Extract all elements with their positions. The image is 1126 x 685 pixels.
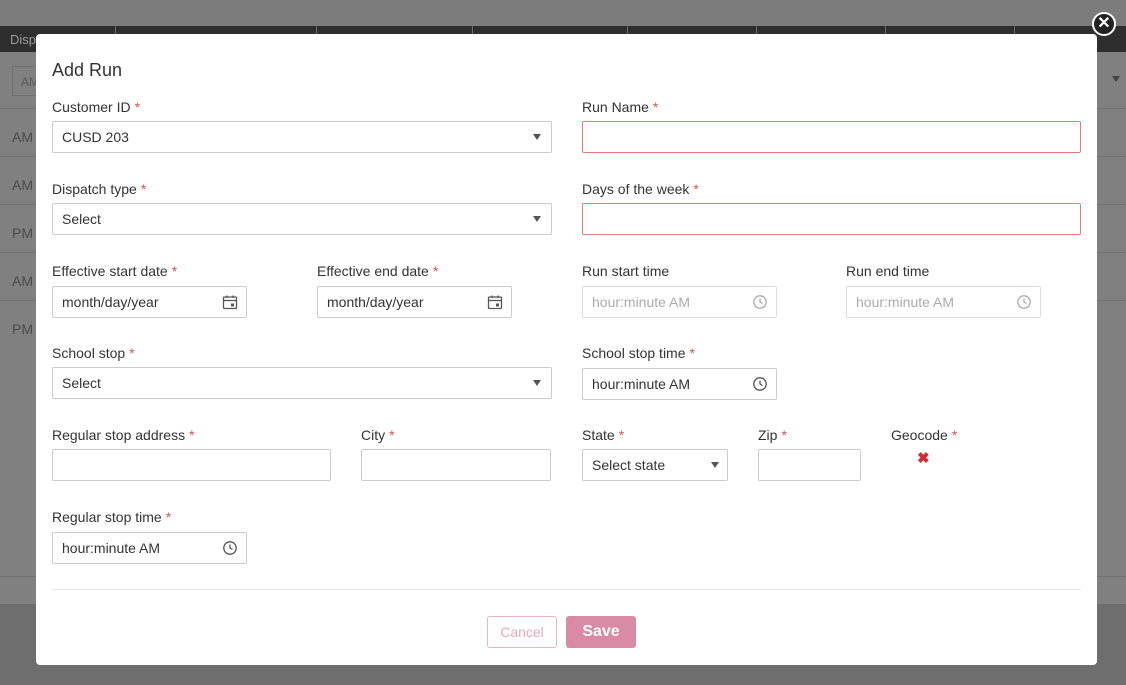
geocode-label: Geocode * — [891, 427, 958, 443]
run-start-time-label: Run start time — [582, 263, 670, 279]
required-asterisk: * — [689, 345, 695, 361]
clock-icon[interactable] — [752, 376, 768, 392]
state-label: State * — [582, 427, 625, 443]
table-row: AM — [12, 273, 33, 289]
required-asterisk: * — [140, 181, 147, 197]
required-asterisk: * — [432, 263, 439, 279]
dispatch-type-value: Select — [62, 211, 101, 227]
days-of-week-input[interactable] — [582, 203, 1081, 235]
school-stop-time-input[interactable]: hour:minute AM — [582, 368, 777, 400]
calendar-icon[interactable] — [222, 294, 238, 310]
background-caret-icon — [1112, 76, 1120, 82]
school-stop-label: School stop * — [52, 345, 135, 361]
dispatch-type-select[interactable]: Select — [52, 203, 552, 235]
effective-start-date-input[interactable]: month/day/year — [52, 286, 247, 318]
required-asterisk: * — [129, 345, 135, 361]
run-name-input[interactable] — [582, 121, 1081, 153]
state-value: Select state — [592, 457, 666, 473]
clock-icon[interactable] — [222, 540, 238, 556]
background-topbar — [0, 0, 1126, 26]
run-name-label: Run Name * — [582, 99, 659, 115]
required-asterisk: * — [618, 427, 625, 443]
required-asterisk: * — [171, 263, 178, 279]
required-asterisk: * — [165, 509, 172, 525]
regular-stop-time-placeholder: hour:minute AM — [62, 540, 161, 556]
save-button[interactable]: Save — [566, 616, 636, 648]
effective-end-date-input[interactable]: month/day/year — [317, 286, 512, 318]
run-start-time-placeholder: hour:minute AM — [592, 294, 691, 310]
run-end-time-input[interactable]: hour:minute AM — [846, 286, 1041, 318]
run-end-time-label: Run end time — [846, 263, 930, 279]
modal-title: Add Run — [52, 60, 123, 80]
effective-end-date-placeholder: month/day/year — [327, 294, 424, 310]
customer-id-value: CUSD 203 — [62, 129, 129, 145]
school-stop-value: Select — [62, 375, 101, 391]
city-input[interactable] — [361, 449, 551, 481]
customer-id-select[interactable]: CUSD 203 — [52, 121, 552, 153]
required-asterisk: * — [781, 427, 787, 443]
geocode-invalid-icon: ✖ — [917, 450, 930, 467]
regular-stop-address-input[interactable] — [52, 449, 331, 481]
table-row: PM — [12, 321, 33, 337]
customer-id-label: Customer ID * — [52, 99, 141, 115]
effective-end-date-label: Effective end date * — [317, 263, 439, 279]
required-asterisk: * — [389, 427, 395, 443]
state-select[interactable]: Select state — [582, 449, 728, 481]
chevron-down-icon — [533, 216, 541, 222]
city-label: City * — [361, 427, 395, 443]
required-asterisk: * — [951, 427, 958, 443]
regular-stop-address-label: Regular stop address * — [52, 427, 195, 443]
run-start-time-input[interactable]: hour:minute AM — [582, 286, 777, 318]
chevron-down-icon — [711, 462, 719, 468]
run-end-time-placeholder: hour:minute AM — [856, 294, 955, 310]
clock-icon — [753, 295, 767, 309]
close-icon[interactable]: ✕ — [1092, 12, 1116, 36]
required-asterisk: * — [693, 181, 699, 197]
zip-label: Zip * — [758, 427, 787, 443]
clock-icon — [1017, 295, 1031, 309]
regular-stop-time-label: Regular stop time * — [52, 509, 172, 525]
effective-start-date-placeholder: month/day/year — [62, 294, 159, 310]
required-asterisk: * — [134, 99, 141, 115]
table-row: AM — [12, 129, 33, 145]
calendar-icon[interactable] — [487, 294, 503, 310]
footer-divider — [52, 589, 1081, 590]
table-row: AM — [12, 177, 33, 193]
add-run-modal: Add Run Customer ID * CUSD 203 Run Name * … — [36, 34, 1097, 665]
chevron-down-icon — [533, 380, 541, 386]
school-stop-select[interactable]: Select — [52, 367, 552, 399]
required-asterisk: * — [189, 427, 195, 443]
required-asterisk: * — [652, 99, 659, 115]
chevron-down-icon — [533, 134, 541, 140]
school-stop-time-placeholder: hour:minute AM — [592, 376, 691, 392]
effective-start-date-label: Effective start date * — [52, 263, 178, 279]
cancel-button[interactable]: Cancel — [487, 616, 557, 648]
zip-input[interactable] — [758, 449, 861, 481]
dispatch-type-label: Dispatch type * — [52, 181, 147, 197]
table-row: PM — [12, 225, 33, 241]
school-stop-time-label: School stop time * — [582, 345, 695, 361]
regular-stop-time-input[interactable]: hour:minute AM — [52, 532, 247, 564]
days-of-week-label: Days of the week * — [582, 181, 699, 197]
